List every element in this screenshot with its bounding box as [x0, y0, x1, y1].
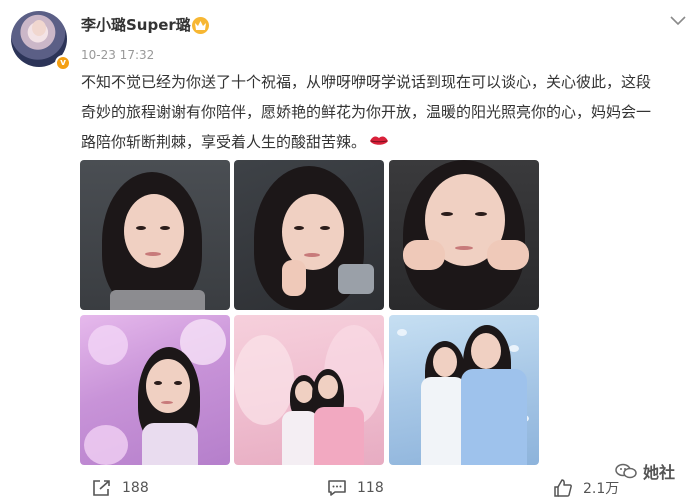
comment-icon: [328, 480, 346, 496]
photo-3[interactable]: [389, 160, 539, 310]
member-crown-icon[interactable]: [192, 17, 209, 34]
like-count: 2.1万: [583, 481, 620, 497]
share-icon: [93, 480, 110, 496]
thumbs-up-icon: [554, 479, 572, 497]
watermark: 她社: [615, 460, 675, 482]
verified-badge-icon: v: [55, 55, 71, 71]
comment-count: 118: [357, 480, 384, 496]
chevron-down-icon[interactable]: [670, 16, 686, 26]
repost-button[interactable]: 188: [92, 478, 149, 498]
repost-count: 188: [122, 480, 149, 496]
post-text-line: 奇妙的旅程谢谢有你陪伴，愿娇艳的鲜花为你开放，温暖的阳光照亮你的心，妈妈会一: [81, 103, 652, 121]
photo-4[interactable]: [80, 315, 230, 465]
watermark-text: 她社: [643, 463, 676, 482]
post-text-line: 路陪你斩断荆棘，享受着人生的酸甜苦辣。: [81, 127, 681, 157]
post-text-line: 不知不觉已经为你送了十个祝福，从咿呀咿呀学说话到现在可以谈心，关心彼此，这段: [81, 73, 652, 91]
photo-2[interactable]: [234, 160, 384, 310]
avatar-wrap[interactable]: v: [11, 11, 71, 71]
photo-6[interactable]: [389, 315, 539, 465]
photo-5[interactable]: [234, 315, 384, 465]
user-name[interactable]: 李小璐Super璐: [81, 14, 191, 35]
lips-icon: [369, 128, 389, 145]
post-time[interactable]: 10-23 17:32: [81, 48, 154, 62]
comment-button[interactable]: 118: [327, 478, 384, 498]
like-button[interactable]: 2.1万: [553, 478, 619, 498]
photo-1[interactable]: [80, 160, 230, 310]
post-text: 不知不觉已经为你送了十个祝福，从咿呀咿呀学说话到现在可以谈心，关心彼此，这段 奇…: [81, 67, 681, 157]
